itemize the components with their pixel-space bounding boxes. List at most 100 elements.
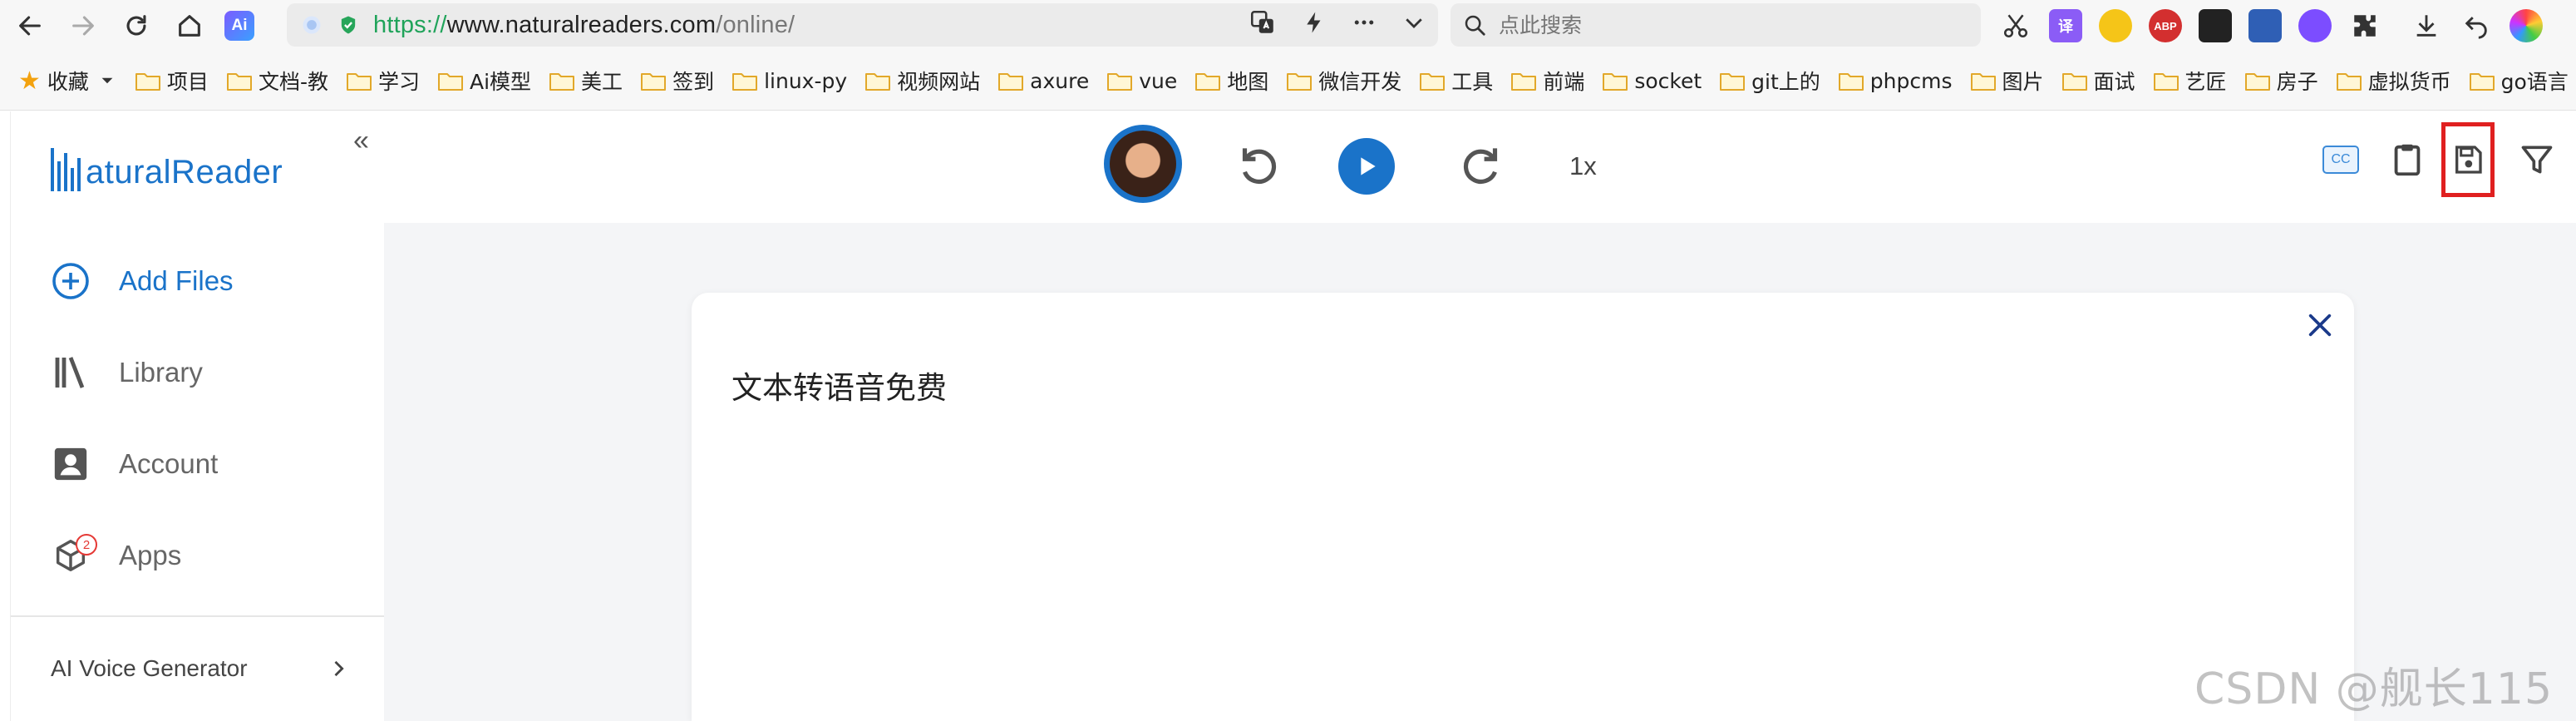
- folder-icon: [2061, 71, 2087, 91]
- bookmark-folder[interactable]: 图片: [1970, 66, 2044, 96]
- bookmark-folder[interactable]: 文档-教: [226, 66, 328, 96]
- bookmark-folder[interactable]: git上的: [1720, 66, 1820, 96]
- save-button[interactable]: [2441, 122, 2495, 197]
- folder-icon: [1970, 71, 1996, 91]
- playback-speed-button[interactable]: 1x: [1569, 151, 1597, 181]
- forward-skip-button[interactable]: [1456, 140, 1508, 195]
- bookmark-folder[interactable]: 虚拟货币: [2336, 66, 2451, 96]
- bookmark-folder[interactable]: Ai模型: [437, 66, 531, 96]
- bookmark-folder[interactable]: 项目: [135, 66, 209, 96]
- player-toolbar: 1x CC: [384, 111, 2576, 225]
- collapse-sidebar-button[interactable]: «: [353, 125, 369, 157]
- download-icon[interactable]: [2410, 9, 2443, 42]
- bookmark-folder[interactable]: 艺匠: [2153, 66, 2227, 96]
- bookmark-folder[interactable]: vue: [1107, 66, 1177, 96]
- bookmark-label: 工具: [1451, 70, 1494, 94]
- translate-extension-icon[interactable]: 译: [2049, 9, 2082, 42]
- bookmark-label: 前端: [1543, 70, 1585, 94]
- bookmark-label: git上的: [1751, 70, 1820, 94]
- bookmark-label: 微信开发: [1318, 70, 1402, 94]
- bookmark-folder[interactable]: 签到: [641, 66, 714, 96]
- folder-icon: [2469, 71, 2495, 91]
- bookmark-favorites[interactable]: ★ 收藏: [18, 66, 114, 96]
- bookmark-label: 项目: [166, 70, 209, 94]
- star-icon: ★: [18, 66, 41, 96]
- profile-icon[interactable]: [2510, 9, 2543, 42]
- bookmark-folder[interactable]: phpcms: [1838, 66, 1953, 96]
- url-text: https://www.naturalreaders.com/online/: [373, 12, 795, 39]
- tampermonkey-icon[interactable]: [2199, 9, 2232, 42]
- play-icon: [1361, 157, 1376, 175]
- puzzle-icon[interactable]: [2348, 9, 2381, 42]
- bookmark-label: 收藏: [47, 70, 89, 94]
- bookmark-label: 图片: [2002, 70, 2044, 94]
- filter-button[interactable]: [2512, 135, 2562, 185]
- translate-page-icon[interactable]: [1249, 8, 1277, 42]
- bookmark-folder[interactable]: socket: [1603, 66, 1702, 96]
- save-extension-icon[interactable]: [2248, 9, 2282, 42]
- bookmark-folder[interactable]: 前端: [1511, 66, 1584, 96]
- bookmark-folder[interactable]: 地图: [1195, 66, 1268, 96]
- bookmark-folder[interactable]: 学习: [346, 66, 420, 96]
- clipboard-button[interactable]: [2382, 135, 2432, 185]
- back-button[interactable]: [8, 4, 52, 47]
- document-text[interactable]: 文本转语音免费: [731, 363, 947, 407]
- bookmark-folder[interactable]: linux-py: [732, 66, 847, 96]
- cc-button[interactable]: CC: [2316, 135, 2366, 185]
- browser-search-input[interactable]: [1497, 12, 1966, 38]
- url-scheme: https://: [373, 11, 447, 38]
- scissors-icon[interactable]: [1999, 9, 2032, 42]
- folder-icon: [346, 71, 372, 91]
- rewind-button[interactable]: [1232, 140, 1283, 195]
- lightning-icon[interactable]: [1302, 10, 1327, 41]
- folder-icon: [1511, 71, 1537, 91]
- ai-voice-generator-label: AI Voice Generator: [51, 655, 248, 681]
- voice-avatar-button[interactable]: [1104, 125, 1182, 203]
- close-document-button[interactable]: [2306, 311, 2334, 343]
- bookmark-label: 地图: [1227, 70, 1269, 94]
- sidebar-item-add-files[interactable]: Add Files: [51, 261, 234, 301]
- more-icon[interactable]: [1352, 10, 1377, 41]
- bookmark-folder[interactable]: 房子: [2244, 66, 2318, 96]
- bookmark-label: 面试: [2093, 70, 2135, 94]
- bookmark-folder[interactable]: 美工: [549, 66, 623, 96]
- bookmark-folder[interactable]: axure: [998, 66, 1089, 96]
- ai-extension-badge[interactable]: Ai: [224, 11, 254, 41]
- chevron-right-icon: [334, 660, 344, 677]
- sidebar-item-label: Apps: [119, 540, 182, 570]
- address-bar[interactable]: https://www.naturalreaders.com/online/: [287, 3, 1438, 47]
- naturalreader-logo[interactable]: aturalReader: [51, 145, 283, 191]
- avatar: [1110, 131, 1176, 197]
- account-icon: [51, 444, 91, 484]
- bookmark-label: 艺匠: [2184, 70, 2227, 94]
- folder-icon: [226, 71, 252, 91]
- bot-extension-icon[interactable]: [2298, 9, 2332, 42]
- home-button[interactable]: [168, 4, 211, 47]
- folder-icon: [732, 71, 758, 91]
- reload-button[interactable]: [115, 4, 158, 47]
- bookmark-folder[interactable]: 面试: [2061, 66, 2135, 96]
- forward-button[interactable]: [62, 4, 105, 47]
- sidebar-item-library[interactable]: Library: [51, 353, 203, 393]
- bookmark-folder[interactable]: 微信开发: [1287, 66, 1401, 96]
- document-card: 文本转语音免费: [692, 293, 2354, 721]
- cat-extension-icon[interactable]: [2099, 9, 2132, 42]
- browser-search-box[interactable]: [1451, 3, 1981, 47]
- bookmark-label: 虚拟货币: [2367, 70, 2451, 94]
- bookmark-folder[interactable]: 视频网站: [865, 66, 980, 96]
- bookmark-folder[interactable]: 工具: [1420, 66, 1493, 96]
- ai-voice-generator-link[interactable]: AI Voice Generator: [51, 655, 350, 682]
- undo-icon[interactable]: [2460, 9, 2493, 42]
- folder-icon: [865, 71, 891, 91]
- folder-icon: [1603, 71, 1628, 91]
- bookmark-label: phpcms: [1869, 68, 1953, 93]
- adblock-icon[interactable]: ABP: [2149, 9, 2182, 42]
- sidebar-item-account[interactable]: Account: [51, 444, 218, 484]
- sidebar-item-apps[interactable]: 2 Apps: [51, 534, 182, 575]
- bookmark-label: vue: [1139, 68, 1178, 93]
- bookmark-folder-list: 项目 文档-教 学习 Ai模型 美工 签到 linux-py 视频网站 axure vue 地图 微信…: [114, 66, 2569, 96]
- url-path: /online/: [716, 11, 795, 38]
- bookmark-folder[interactable]: go语言: [2469, 66, 2569, 96]
- play-button[interactable]: [1338, 138, 1395, 195]
- chevron-down-icon[interactable]: [1401, 10, 1426, 41]
